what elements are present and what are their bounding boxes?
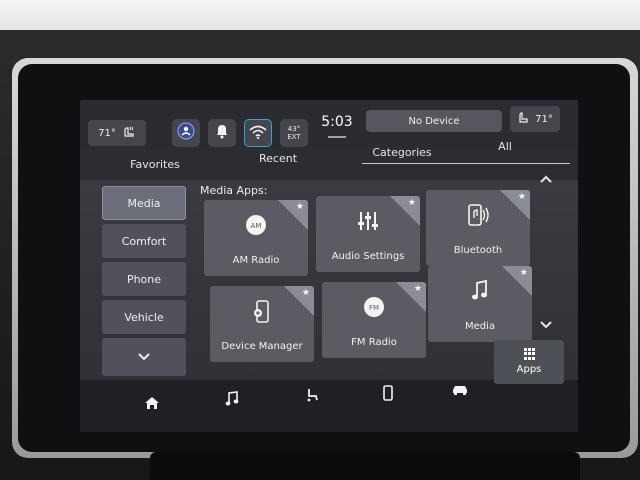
passenger-seat-icon: [517, 111, 529, 127]
outside-temp-value: 43°: [287, 125, 301, 133]
tab-underline: [362, 163, 570, 164]
heated-seat-icon: [122, 126, 136, 141]
chevron-up-icon: [540, 175, 552, 183]
clock-underline: [328, 136, 346, 138]
chevron-down-icon: [138, 351, 150, 364]
assistant-icon: [177, 122, 195, 144]
tile-label: FM Radio: [351, 337, 397, 348]
nav-home-button[interactable]: [132, 390, 172, 420]
tile-fm-radio[interactable]: ★ FM FM Radio: [322, 282, 426, 358]
star-icon[interactable]: ★: [518, 192, 526, 202]
tile-media[interactable]: ★ Media: [428, 266, 532, 342]
am-icon-text: AM: [250, 222, 262, 230]
nav-climate-button[interactable]: [292, 382, 332, 412]
climate-right-button[interactable]: 71°: [510, 106, 560, 132]
bell-icon: [215, 123, 229, 143]
nav-phone-button[interactable]: [368, 380, 408, 410]
wifi-icon: [249, 124, 267, 143]
wifi-hotspot-button[interactable]: [244, 119, 272, 147]
star-icon[interactable]: ★: [408, 198, 416, 208]
home-icon: [144, 396, 160, 414]
outside-temp-label: EXT: [287, 133, 301, 141]
scroll-down-button[interactable]: [540, 318, 552, 332]
star-icon[interactable]: ★: [302, 288, 310, 298]
sidebar-more-button[interactable]: [102, 338, 186, 376]
apps-label: Apps: [516, 364, 542, 375]
clock: 5:03: [321, 114, 353, 130]
star-icon[interactable]: ★: [414, 284, 422, 294]
sidebar-item-phone[interactable]: Phone: [102, 262, 186, 296]
tile-am-radio[interactable]: ★ AM AM Radio: [204, 200, 308, 276]
driver-temp: 71°: [98, 127, 116, 139]
nav-apps-button[interactable]: Apps: [494, 340, 564, 384]
tile-label: Media: [464, 321, 496, 332]
tab-recent[interactable]: Recent: [248, 152, 308, 165]
notifications-button[interactable]: [208, 119, 236, 147]
climate-left-button[interactable]: 71°: [88, 120, 146, 146]
assistant-button[interactable]: [172, 119, 200, 147]
tile-label: AM Radio: [232, 255, 280, 266]
nav-vehicle-button[interactable]: [440, 376, 480, 406]
equalizer-icon: [316, 210, 420, 237]
sidebar-item-vehicle[interactable]: Vehicle: [102, 300, 186, 334]
fm-icon-text: FM: [368, 304, 380, 312]
phone-device-icon: [210, 300, 314, 329]
tab-categories[interactable]: Categories: [362, 146, 442, 159]
climate-seat-icon: [305, 388, 319, 406]
tab-favorites[interactable]: Favorites: [120, 158, 190, 171]
music-note-icon: [428, 279, 532, 307]
section-title: Media Apps:: [200, 184, 268, 197]
tile-label: Bluetooth: [453, 245, 503, 256]
scroll-up-button[interactable]: [540, 172, 552, 186]
tile-bluetooth[interactable]: ★ Bluetooth: [426, 190, 530, 266]
apps-grid-icon: [524, 348, 536, 360]
nav-media-button[interactable]: [212, 386, 252, 416]
passenger-temp: 71°: [535, 113, 553, 125]
tile-label: Device Manager: [221, 341, 303, 352]
star-icon[interactable]: ★: [520, 268, 528, 278]
infotainment-screen: 71° 43° EXT 5:03 No Device 71° Favorites…: [80, 100, 578, 432]
outside-temp: 43° EXT: [280, 119, 308, 147]
device-status-button[interactable]: No Device: [366, 110, 502, 132]
sidebar-item-media[interactable]: Media: [102, 186, 186, 220]
sidebar-item-comfort[interactable]: Comfort: [102, 224, 186, 258]
tile-device-manager[interactable]: ★ Device Manager: [210, 286, 314, 362]
device-status-text: No Device: [408, 115, 460, 127]
tab-all[interactable]: All: [490, 140, 520, 153]
chevron-down-icon: [540, 321, 552, 329]
tile-label: Audio Settings: [331, 251, 405, 262]
tile-audio-settings[interactable]: ★ Audio Settings: [316, 196, 420, 272]
car-icon: [451, 382, 469, 400]
bluetooth-audio-icon: [426, 204, 530, 231]
phone-icon: [383, 385, 393, 405]
physical-button-strip: [150, 452, 580, 480]
music-note-icon: [225, 391, 239, 411]
star-icon[interactable]: ★: [296, 202, 304, 212]
